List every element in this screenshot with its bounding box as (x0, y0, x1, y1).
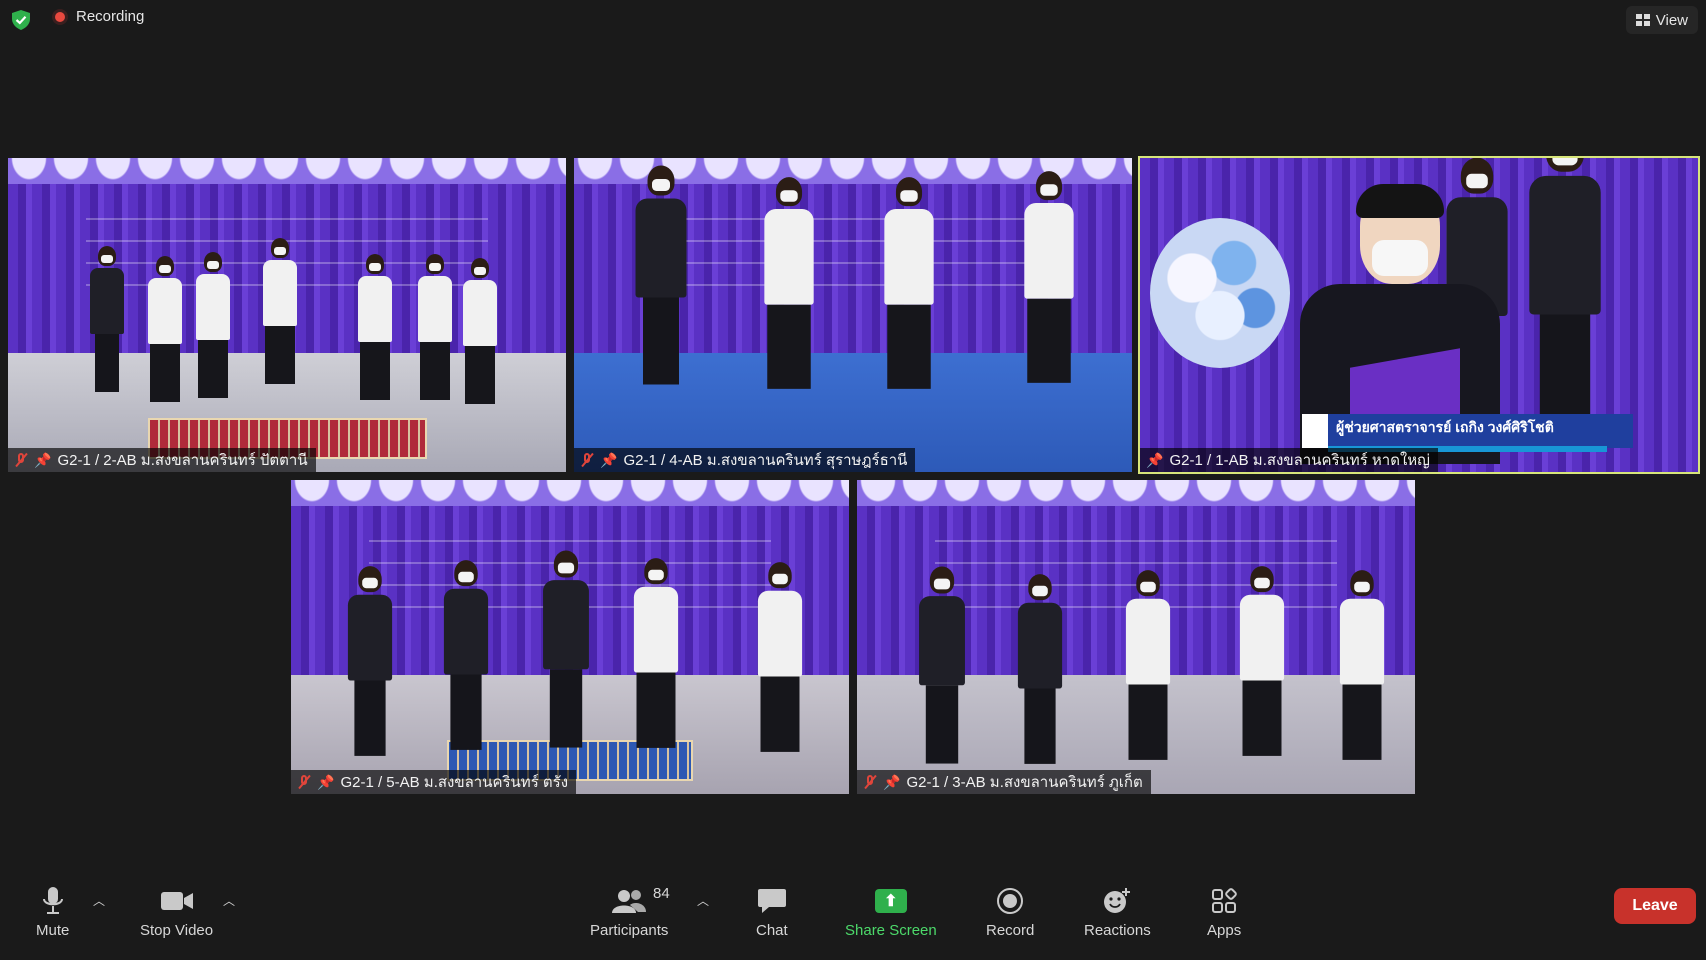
recording-label: Recording (76, 8, 145, 25)
view-label: View (1655, 11, 1688, 29)
participant-name-label: 📌 G2-1 / 5-AB ม.สงขลานครินทร์ ตรัง (291, 770, 577, 794)
stop-video-label: Stop Video (140, 922, 214, 939)
video-tile[interactable]: 📌 G2-1 / 2-AB ม.สงขลานครินทร์ ปัตตานี (8, 158, 566, 472)
mic-muted-icon (580, 452, 594, 468)
smiley-plus-icon (1102, 886, 1132, 916)
pin-icon: 📌 (883, 773, 901, 790)
record-icon (996, 886, 1024, 916)
recording-indicator[interactable]: Recording (52, 8, 144, 25)
apps-icon (1211, 886, 1237, 916)
meeting-toolbar: Mute ︿ Stop Video ︿ Participants 84 ︿ Ch… (0, 874, 1706, 960)
video-tile[interactable]: 📌 G2-1 / 4-AB ม.สงขลานครินทร์ สุราษฎร์ธา… (574, 158, 1132, 472)
pin-icon: 📌 (317, 773, 335, 790)
video-camera-icon (160, 886, 194, 916)
apps-button[interactable]: Apps (1207, 886, 1241, 939)
mic-muted-icon (297, 774, 311, 790)
participant-name-label: 📌 G2-1 / 3-AB ม.สงขลานครินทร์ ภูเก็ต (857, 770, 1151, 794)
grid-view-icon (1635, 14, 1650, 26)
pin-icon: 📌 (34, 451, 52, 468)
record-button[interactable]: Record (986, 886, 1034, 939)
share-screen-label: Share Screen (845, 922, 937, 939)
participants-chevron-up-icon[interactable]: ︿ (697, 892, 709, 909)
stop-video-button[interactable]: Stop Video (140, 886, 213, 939)
share-screen-arrow-icon: ⬆ (874, 889, 907, 913)
participant-name-label: 📌 G2-1 / 2-AB ม.สงขลานครินทร์ ปัตตานี (8, 448, 316, 472)
video-options-chevron-up-icon[interactable]: ︿ (223, 892, 235, 909)
video-feed: ผู้ช่วยศาสตราจารย์ เถกิง วงศ์ศิริโชติ (1140, 158, 1698, 472)
mute-label: Mute (36, 922, 70, 939)
view-button[interactable]: View (1625, 6, 1698, 34)
video-tile[interactable]: 📌 G2-1 / 5-AB ม.สงขลานครินทร์ ตรัง (291, 480, 849, 794)
participants-icon (612, 886, 647, 916)
mic-muted-icon (863, 774, 877, 790)
video-tile[interactable]: 📌 G2-1 / 3-AB ม.สงขลานครินทร์ ภูเก็ต (857, 480, 1415, 794)
participant-name: G2-1 / 2-AB ม.สงขลานครินทร์ ปัตตานี (57, 452, 308, 469)
participant-count: 84 (653, 885, 670, 902)
reactions-button[interactable]: Reactions (1084, 886, 1151, 939)
chat-label: Chat (756, 922, 788, 939)
participant-name-label: 📌 G2-1 / 4-AB ม.สงขลานครินทร์ สุราษฎร์ธา… (574, 448, 916, 472)
pin-icon: 📌 (600, 451, 618, 468)
active-speaker-tile[interactable]: ผู้ช่วยศาสตราจารย์ เถกิง วงศ์ศิริโชติ 📌 … (1138, 156, 1700, 474)
microphone-icon (41, 886, 65, 916)
pin-icon: 📌 (1146, 451, 1164, 468)
video-feed (857, 480, 1415, 794)
top-bar: Recording View (0, 0, 1706, 40)
participant-name: G2-1 / 3-AB ม.สงขลานครินทร์ ภูเก็ต (906, 774, 1143, 791)
participant-name: G2-1 / 1-AB ม.สงขลานครินทร์ หาดใหญ่ (1169, 452, 1430, 469)
participant-name: G2-1 / 4-AB ม.สงขลานครินทร์ สุราษฎร์ธานี (623, 452, 908, 469)
leave-button[interactable]: Leave (1614, 888, 1696, 924)
overlay-name-text: ผู้ช่วยศาสตราจารย์ เถกิง วงศ์ศิริโชติ (1336, 419, 1554, 435)
participant-name: G2-1 / 5-AB ม.สงขลานครินทร์ ตรัง (340, 774, 569, 791)
shield-icon[interactable] (10, 9, 32, 31)
chat-bubble-icon (757, 886, 787, 916)
mic-muted-icon (14, 452, 28, 468)
chat-button[interactable]: Chat (756, 886, 788, 939)
video-feed (574, 158, 1132, 472)
mute-button[interactable]: Mute (36, 886, 69, 939)
apps-label: Apps (1207, 922, 1242, 939)
participant-name-label: 📌 G2-1 / 1-AB ม.สงขลานครินทร์ หาดใหญ่ (1140, 448, 1438, 472)
video-feed (291, 480, 849, 794)
video-feed (8, 158, 566, 472)
reactions-label: Reactions (1084, 922, 1151, 939)
share-screen-button[interactable]: ⬆ Share Screen (845, 886, 937, 939)
name-caption-overlay: ผู้ช่วยศาสตราจารย์ เถกิง วงศ์ศิริโชติ (1302, 414, 1633, 448)
audio-options-chevron-up-icon[interactable]: ︿ (93, 892, 105, 909)
record-label: Record (986, 922, 1035, 939)
participants-label: Participants (590, 922, 669, 939)
recording-icon (52, 8, 68, 25)
